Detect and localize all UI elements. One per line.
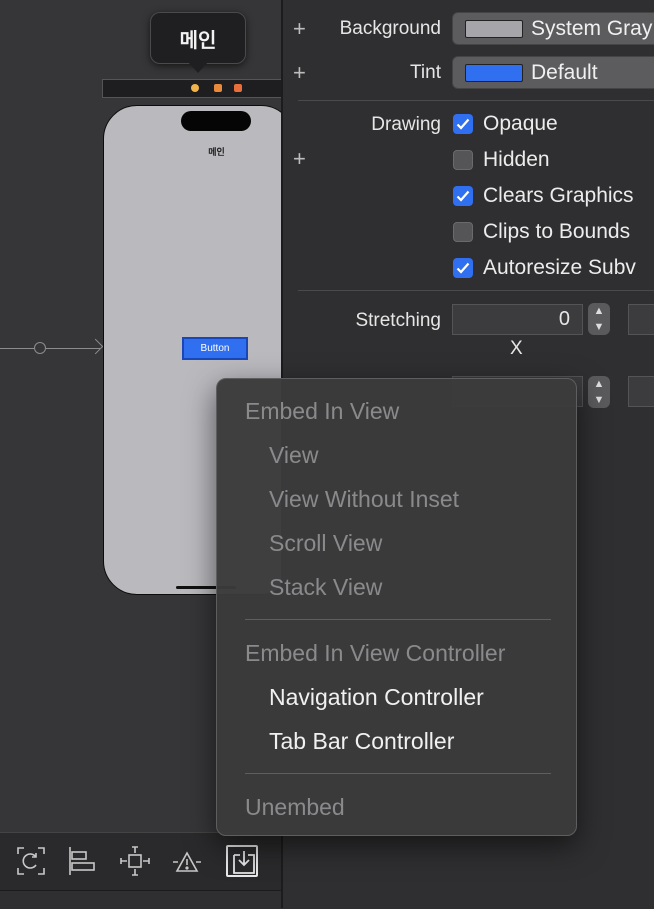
- checkmark-icon: [453, 186, 473, 206]
- chevron-down-icon[interactable]: ▼: [594, 394, 605, 406]
- stretching-w-stepper[interactable]: ▲ ▼: [588, 376, 610, 408]
- menu-item-stack-view: Stack View: [269, 574, 383, 600]
- update-frames-icon[interactable]: [15, 845, 47, 877]
- first-responder-icon[interactable]: [214, 84, 222, 92]
- tint-popup[interactable]: Default: [452, 56, 654, 89]
- background-value: System Gray: [531, 16, 653, 40]
- clears-graphics-label: Clears Graphics: [483, 184, 634, 207]
- add-constraints-icon[interactable]: [119, 845, 151, 877]
- menu-item-tab-bar-controller[interactable]: Tab Bar Controller: [269, 728, 454, 755]
- menu-separator: [245, 619, 551, 620]
- segue-arrow-icon: [87, 338, 104, 355]
- background-swatch: [465, 19, 523, 38]
- segue-line: [0, 348, 100, 349]
- chevron-up-icon[interactable]: ▲: [594, 305, 605, 317]
- opaque-checkbox[interactable]: Opaque: [453, 111, 558, 137]
- autoresize-label: Autoresize Subv: [483, 256, 636, 279]
- background-row: + Background System Gray: [283, 12, 654, 45]
- tint-label: Tint: [410, 62, 441, 83]
- chevron-up-icon[interactable]: ▲: [594, 378, 605, 390]
- add-variation-icon[interactable]: +: [293, 18, 306, 40]
- opaque-label: Opaque: [483, 112, 558, 135]
- stretching-x-caption: X: [510, 338, 523, 359]
- background-label: Background: [339, 18, 441, 39]
- scene-tooltip: 메인: [150, 12, 246, 64]
- clips-to-bounds-checkbox[interactable]: Clips to Bounds: [453, 219, 630, 245]
- stretching-x-stepper[interactable]: ▲ ▼: [588, 303, 610, 335]
- unchecked-box-icon: [453, 150, 473, 170]
- align-icon[interactable]: [66, 845, 98, 877]
- section-separator: [298, 290, 654, 291]
- clears-graphics-checkbox[interactable]: Clears Graphics: [453, 183, 634, 209]
- chevron-down-icon[interactable]: ▼: [594, 321, 605, 333]
- checkmark-icon: [453, 114, 473, 134]
- clips-to-bounds-label: Clips to Bounds: [483, 220, 631, 243]
- exit-icon[interactable]: [234, 84, 242, 92]
- scene-title: 메인: [208, 147, 225, 157]
- hidden-label: Hidden: [483, 148, 550, 171]
- embed-in-menu: Embed In View View View Without Inset Sc…: [216, 378, 577, 836]
- menu-separator: [245, 773, 551, 774]
- embed-in-view-header: Embed In View: [245, 398, 400, 424]
- embed-in-view-controller-header: Embed In View Controller: [245, 640, 506, 666]
- menu-item-view-without-inset: View Without Inset: [269, 486, 460, 512]
- view-controller-icon[interactable]: [191, 84, 199, 92]
- add-variation-icon[interactable]: +: [293, 148, 306, 170]
- embed-in-icon[interactable]: [226, 845, 258, 877]
- unchecked-box-icon: [453, 222, 473, 242]
- tint-value: Default: [531, 60, 598, 84]
- section-separator: [298, 100, 654, 101]
- scene-button[interactable]: Button: [182, 337, 248, 360]
- tooltip-tail: [187, 61, 209, 73]
- canvas-toolbar: [0, 832, 281, 891]
- menu-item-navigation-controller[interactable]: Navigation Controller: [269, 684, 484, 711]
- stretching-y-field[interactable]: [628, 304, 654, 335]
- menu-item-unembed: Unembed: [245, 794, 345, 820]
- autoresize-checkbox[interactable]: Autoresize Subv: [453, 255, 636, 281]
- menu-item-view: View: [269, 442, 319, 468]
- scene-dock[interactable]: [102, 79, 281, 98]
- stretching-label: Stretching: [355, 310, 441, 331]
- resolve-issues-icon[interactable]: [171, 845, 203, 877]
- tint-swatch: [465, 63, 523, 82]
- checkmark-icon: [453, 258, 473, 278]
- drawing-label: Drawing: [371, 114, 441, 135]
- stretching-h-field[interactable]: [628, 376, 654, 407]
- tint-row: + Tint Default: [283, 56, 654, 89]
- segue-icon[interactable]: [34, 342, 46, 354]
- dynamic-island: [181, 111, 251, 131]
- add-variation-icon[interactable]: +: [293, 62, 306, 84]
- canvas-bottom-strip: [0, 890, 281, 909]
- stretching-x-field[interactable]: 0: [452, 304, 583, 335]
- hidden-checkbox[interactable]: Hidden: [453, 147, 550, 173]
- background-popup[interactable]: System Gray: [452, 12, 654, 45]
- menu-item-scroll-view: Scroll View: [269, 530, 383, 556]
